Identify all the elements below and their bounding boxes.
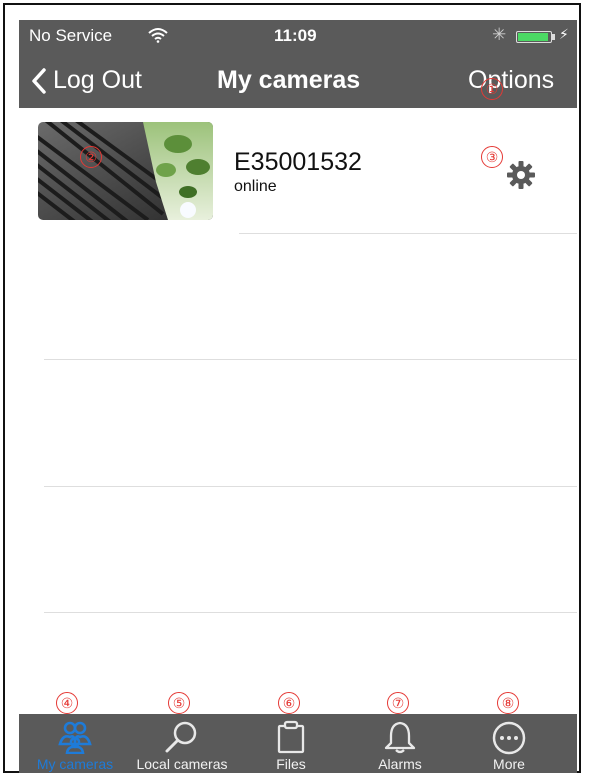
- phone-screen: No Service 11:09 ✳ ⚡ Log Out My cameras …: [19, 20, 577, 773]
- tab-label: More: [493, 756, 525, 772]
- tab-label: Local cameras: [136, 756, 228, 772]
- annotation-marker-4: ④: [56, 692, 78, 714]
- camera-status: online: [234, 178, 277, 195]
- tab-my-cameras[interactable]: My cameras: [19, 714, 131, 773]
- chevron-left-icon: [32, 67, 46, 94]
- tab-label: Files: [276, 756, 306, 772]
- annotation-marker-6: ⑥: [278, 692, 300, 714]
- annotation-marker-2: ②: [80, 146, 102, 168]
- tab-alarms[interactable]: Alarms: [344, 714, 456, 773]
- tab-label: My cameras: [36, 756, 114, 772]
- annotation-marker-7: ⑦: [387, 692, 409, 714]
- gear-icon[interactable]: [506, 160, 536, 190]
- row-divider: [44, 612, 577, 613]
- clock: 11:09: [274, 26, 317, 45]
- tab-more[interactable]: More: [453, 714, 565, 773]
- tab-bar: My cameras Local cameras Files Alarms Mo…: [19, 714, 577, 773]
- tab-label: Alarms: [378, 756, 422, 772]
- wifi-icon: [148, 28, 168, 43]
- log-out-label: Log Out: [53, 66, 142, 94]
- status-bar: No Service 11:09 ✳ ⚡: [19, 20, 577, 54]
- annotation-marker-8: ⑧: [497, 692, 519, 714]
- row-divider: [44, 486, 577, 487]
- clipboard-icon: [277, 720, 305, 754]
- annotation-marker-5: ⑤: [168, 692, 190, 714]
- charging-icon: ⚡: [559, 26, 569, 42]
- page-title: My cameras: [217, 66, 361, 94]
- more-icon: [492, 721, 526, 755]
- camera-thumbnail[interactable]: [38, 122, 213, 220]
- log-out-button[interactable]: Log Out: [31, 66, 142, 95]
- annotation-marker-3: ③: [481, 146, 503, 168]
- people-icon: [58, 721, 92, 754]
- camera-snapshot-image: [38, 122, 213, 220]
- row-divider: [44, 359, 577, 360]
- camera-row[interactable]: E35001532 online: [19, 108, 577, 234]
- battery-tip: [552, 34, 555, 40]
- bluetooth-icon: ✳: [492, 25, 507, 44]
- bell-icon: [384, 721, 416, 754]
- camera-name: E35001532: [234, 148, 362, 176]
- annotation-marker-1: ①: [481, 78, 503, 100]
- battery-icon: [516, 31, 552, 43]
- tab-local-cameras[interactable]: Local cameras: [126, 714, 238, 773]
- row-divider: [239, 233, 577, 234]
- carrier-label: No Service: [29, 26, 113, 45]
- search-icon: [165, 721, 197, 753]
- tab-files[interactable]: Files: [235, 714, 347, 773]
